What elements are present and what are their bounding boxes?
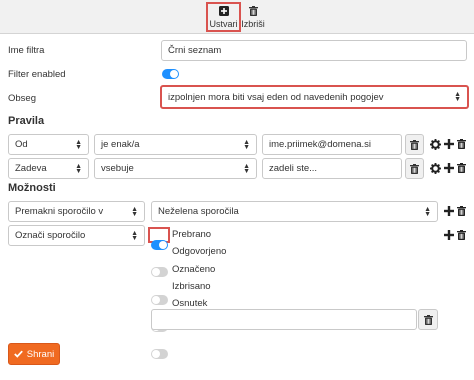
rule-value: ime.priimek@domena.si	[269, 139, 372, 150]
rule-delete-button[interactable]	[405, 134, 424, 155]
create-button[interactable]: Ustvari	[206, 2, 241, 32]
select-arrows-icon: ▲ ▼	[243, 138, 250, 151]
save-button[interactable]: Shrani	[8, 343, 60, 365]
rule-operator-select[interactable]: je enak/a ▲ ▼	[94, 134, 257, 155]
flag-draft-toggle[interactable]	[151, 349, 168, 359]
rule-operator-select[interactable]: vsebuje ▲ ▼	[94, 158, 257, 179]
select-arrows-icon: ▲ ▼	[454, 91, 461, 103]
scope-select[interactable]: izpolnjen mora biti vsaj eden od naveden…	[160, 85, 469, 109]
trash-icon	[248, 5, 258, 16]
actions-heading: Možnosti	[8, 182, 56, 194]
create-label: Ustvari	[209, 18, 238, 29]
flag-deleted-label: Izbrisano	[172, 281, 211, 292]
rule-field-select[interactable]: Zadeva ▲ ▼	[8, 158, 89, 179]
gear-icon[interactable]	[429, 138, 441, 150]
trash-icon[interactable]	[456, 162, 467, 174]
action-select[interactable]: Označi sporočilo ▲ ▼	[8, 225, 145, 246]
trash-icon[interactable]	[456, 205, 467, 217]
target-folder-select[interactable]: Neželena sporočila ▲ ▼	[151, 201, 438, 222]
rule-field-value: Zadeva	[15, 163, 47, 174]
rules-heading: Pravila	[8, 115, 45, 127]
scope-label: Obseg	[8, 93, 36, 104]
add-icon[interactable]	[443, 138, 454, 150]
action-select[interactable]: Premakni sporočilo v ▲ ▼	[8, 201, 145, 222]
rule-value-input[interactable]: ime.priimek@domena.si	[262, 134, 402, 155]
save-label: Shrani	[26, 348, 55, 360]
flag-read-label: Prebrano	[172, 229, 212, 240]
rule-value-input[interactable]: zadeli ste...	[262, 158, 402, 179]
flag-delete-button[interactable]	[418, 309, 438, 330]
select-arrows-icon: ▲ ▼	[131, 205, 138, 218]
rule-value: zadeli ste...	[269, 163, 318, 174]
select-arrows-icon: ▲ ▼	[424, 205, 431, 218]
filter-name-label: Ime filtra	[8, 45, 45, 56]
action-value: Premakni sporočilo v	[15, 206, 104, 217]
rule-field-select[interactable]: Od ▲ ▼	[8, 134, 89, 155]
filter-name-value: Črni seznam	[168, 45, 222, 56]
flag-extra-input[interactable]	[151, 309, 417, 330]
filter-name-input[interactable]: Črni seznam	[161, 40, 467, 61]
delete-button[interactable]: Izbriši	[241, 2, 265, 32]
flag-answered-toggle[interactable]	[151, 267, 168, 277]
target-folder-value: Neželena sporočila	[158, 206, 239, 217]
plus-square-icon	[218, 5, 229, 16]
trash-icon[interactable]	[456, 229, 467, 241]
trash-icon	[410, 139, 419, 150]
add-icon[interactable]	[443, 162, 454, 174]
flag-flagged-toggle[interactable]	[151, 295, 168, 305]
check-icon	[13, 350, 23, 358]
flag-answered-label: Odgovorjeno	[172, 246, 227, 257]
rule-delete-button[interactable]	[405, 158, 424, 179]
flag-draft-label: Osnutek	[172, 298, 208, 309]
rule-field-value: Od	[15, 139, 28, 150]
filter-enabled-label: Filter enabled	[8, 69, 66, 80]
select-arrows-icon: ▲ ▼	[243, 162, 250, 175]
action-value: Označi sporočilo	[15, 230, 86, 241]
trash-icon[interactable]	[456, 138, 467, 150]
scope-value: izpolnjen mora biti vsaj eden od naveden…	[168, 91, 384, 103]
trash-icon	[423, 314, 433, 325]
filter-enabled-toggle[interactable]	[162, 69, 179, 79]
flag-read-toggle[interactable]	[151, 240, 168, 250]
add-icon[interactable]	[443, 229, 454, 241]
delete-label: Izbriši	[241, 18, 265, 29]
select-arrows-icon: ▲ ▼	[75, 138, 82, 151]
rule-operator-value: vsebuje	[101, 163, 134, 174]
gear-icon[interactable]	[429, 162, 441, 174]
trash-icon	[410, 163, 419, 174]
select-arrows-icon: ▲ ▼	[131, 229, 138, 242]
flag-flagged-label: Označeno	[172, 264, 216, 275]
select-arrows-icon: ▲ ▼	[75, 162, 82, 175]
rule-operator-value: je enak/a	[101, 139, 140, 150]
add-icon[interactable]	[443, 205, 454, 217]
